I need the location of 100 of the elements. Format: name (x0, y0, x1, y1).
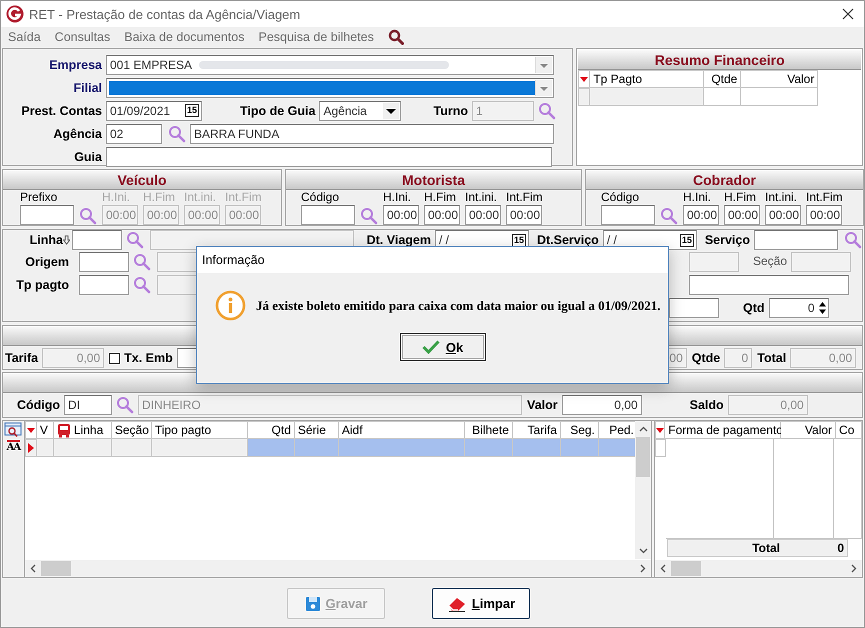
time-field[interactable]: 00:00 (465, 205, 501, 225)
total-value: 0 (836, 541, 845, 555)
company-dropdown[interactable]: 001 EMPRESA (106, 54, 554, 74)
calendar-button[interactable]: 15 (184, 104, 199, 117)
field-label: Filial (72, 80, 102, 94)
agency-code-field[interactable]: 02 (106, 124, 162, 144)
app-logo-icon (6, 5, 24, 23)
scrollbar-thumb[interactable] (636, 437, 650, 477)
column-header[interactable]: Série (294, 421, 339, 439)
field-label: H.Fim (143, 190, 176, 205)
code-field[interactable] (601, 205, 655, 225)
scrollbar-thumb[interactable] (671, 561, 701, 576)
vertical-scrollbar[interactable] (635, 421, 651, 559)
code-field[interactable] (301, 205, 355, 225)
field-label: Origem (24, 254, 69, 268)
line-field[interactable] (72, 230, 122, 250)
calendar-button[interactable]: 15 (680, 234, 694, 246)
column-header[interactable]: Tipo pagto (152, 421, 248, 439)
column-header[interactable]: Tarifa (512, 421, 561, 439)
dialog-message: Já existe boleto emitido para caixa com data maior ou igual a 01/09/2021. (256, 298, 661, 314)
horizontal-scrollbar[interactable] (24, 560, 651, 577)
origin-field[interactable] (79, 252, 129, 272)
column-header[interactable]: Valor (741, 70, 818, 88)
scroll-left-icon[interactable] (30, 564, 36, 573)
time-field[interactable]: 00:00 (724, 205, 760, 225)
quantity-spinner[interactable]: 0 (768, 298, 829, 318)
field-label: Saldo (690, 398, 724, 412)
field-label: Valor (527, 398, 558, 412)
branch-dropdown[interactable] (106, 78, 554, 98)
menu-item[interactable]: Consultas (54, 30, 110, 44)
scroll-up-icon[interactable] (638, 426, 648, 432)
menu-item[interactable]: Baixa de documentos (124, 30, 244, 44)
dialog-title: Informação (202, 253, 265, 267)
column-header[interactable]: V (36, 421, 54, 439)
column-header[interactable]: Seção (112, 421, 152, 439)
column-header[interactable]: Valor (781, 421, 836, 439)
menu-item[interactable]: Pesquisa de bilhetes (258, 30, 374, 44)
row-indicator (578, 88, 590, 106)
guide-field[interactable] (106, 146, 552, 166)
field-label: H.Ini. (383, 190, 412, 205)
text-field[interactable] (689, 252, 739, 272)
payment-type-field[interactable] (79, 274, 129, 294)
scroll-right-icon[interactable] (640, 564, 646, 573)
ok-button[interactable]: Ok (400, 333, 486, 361)
field-label: Int.Fim (806, 190, 843, 205)
font-size-button[interactable]: AA (6, 440, 20, 453)
column-header[interactable]: Qtd (248, 421, 295, 439)
section-field[interactable] (791, 252, 852, 272)
time-field[interactable]: 00:00 (506, 205, 542, 225)
field-label: Linha (28, 233, 63, 247)
guide-type-dropdown[interactable]: Agência (319, 100, 402, 120)
scroll-right-icon[interactable] (851, 564, 857, 573)
field-label: Turno (433, 104, 468, 118)
column-header[interactable]: Bilhete (464, 421, 513, 439)
arrow-down-icon (63, 235, 70, 245)
amount-field[interactable]: 0,00 (562, 395, 642, 415)
time-field[interactable]: 00:00 (383, 205, 419, 225)
column-header[interactable]: Forma de pagamento (665, 421, 782, 439)
field-label: H.Fim (424, 190, 457, 205)
field-label: Tp pagto (15, 278, 69, 292)
field-label: Seção (753, 254, 788, 269)
checkbox[interactable] (109, 352, 120, 364)
table-cell (54, 439, 112, 457)
column-header[interactable]: Ped. (598, 421, 638, 439)
search-icon[interactable] (388, 29, 404, 45)
text-field[interactable] (669, 298, 719, 318)
date-field[interactable]: 01/09/2021 15 (106, 100, 202, 120)
code-field[interactable]: DI (64, 395, 112, 415)
horizontal-scrollbar[interactable] (655, 560, 862, 577)
column-header[interactable]: Tp Pagto (590, 70, 704, 88)
field-label: Dt. Viagem (366, 233, 431, 247)
check-icon (422, 340, 440, 354)
code-field[interactable] (20, 205, 74, 225)
section-title: Resumo Financeiro (654, 52, 785, 68)
time-field[interactable]: 00:00 (765, 205, 801, 225)
field-label: Código (601, 190, 640, 205)
close-icon[interactable] (842, 8, 854, 20)
time-field[interactable]: 00:00 (683, 205, 719, 225)
text-field[interactable] (689, 274, 849, 294)
scroll-left-icon[interactable] (660, 564, 666, 573)
column-header[interactable]: Co (836, 421, 862, 439)
menu-item[interactable]: Saída (8, 30, 41, 44)
scroll-down-icon[interactable] (638, 548, 648, 554)
column-header[interactable]: Qtde (704, 70, 742, 88)
clear-button[interactable]: Limpar (432, 588, 530, 619)
service-field[interactable] (754, 230, 838, 250)
field-label: Int.Fim (506, 190, 543, 205)
spinner-arrows-icon[interactable] (818, 300, 827, 316)
field-label: Agência (52, 126, 102, 140)
time-field[interactable]: 00:00 (424, 205, 460, 225)
column-header[interactable]: Aidf (338, 421, 465, 439)
sort-indicator-icon (24, 421, 37, 439)
column-header[interactable]: Seg. (560, 421, 599, 439)
grid-search-icon[interactable] (4, 422, 22, 438)
agency-name-field[interactable]: BARRA FUNDA (190, 124, 554, 144)
checkbox-label: Tx. Emb (124, 351, 173, 365)
table-cell (704, 88, 742, 106)
scrollbar-thumb[interactable] (40, 561, 71, 576)
column-header[interactable]: Linha (54, 421, 112, 439)
time-field[interactable]: 00:00 (806, 205, 842, 225)
